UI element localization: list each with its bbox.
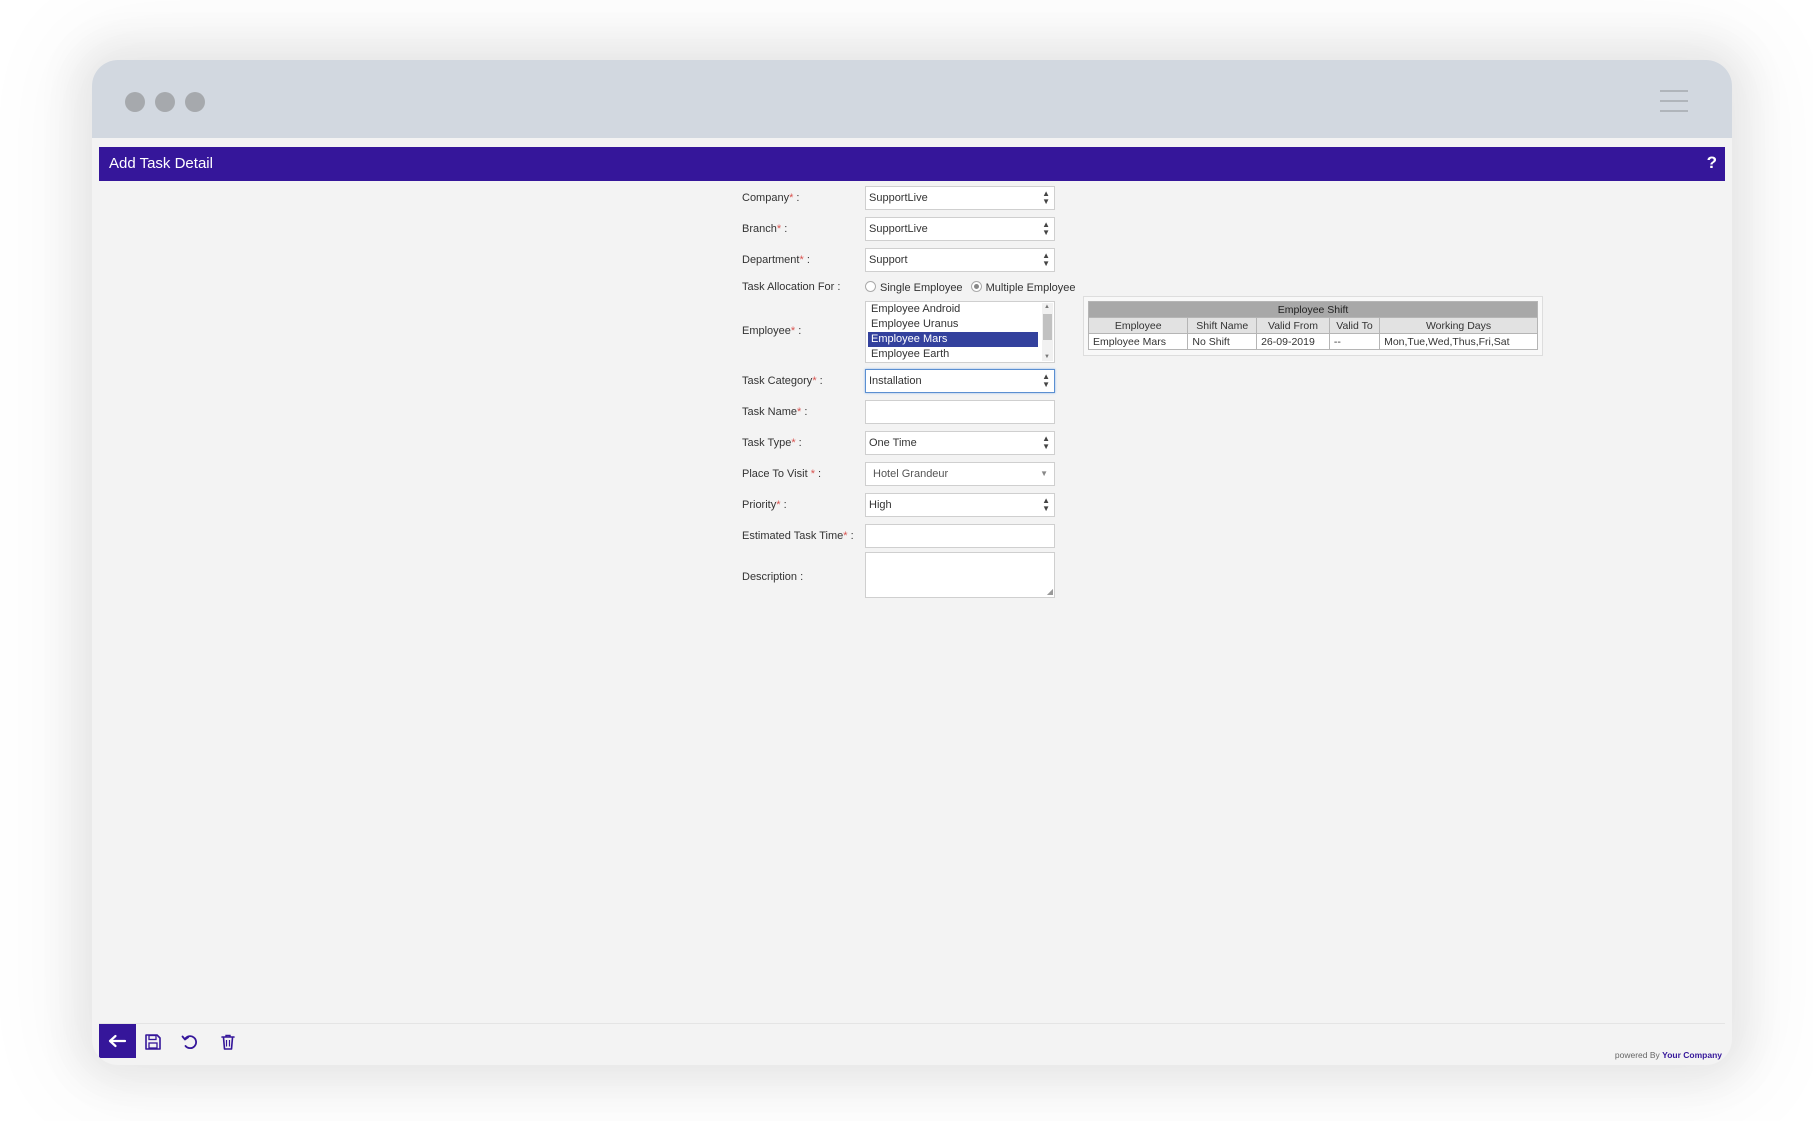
save-icon[interactable] [143,1032,163,1052]
back-arrow-icon [108,1034,127,1048]
select-arrows-icon: ▲ ▼ [1042,189,1050,206]
footer-divider [99,1023,1725,1024]
scroll-thumb[interactable] [1043,314,1052,340]
table-cell: 26-09-2019 [1256,333,1330,350]
employee-shift-table: Employee Shift Employee Shift Name Valid… [1087,301,1538,350]
company-value: SupportLive [869,192,928,204]
task-category-select[interactable]: Installation ▲ ▼ [865,369,1055,393]
single-employee-label[interactable]: Single Employee [880,282,963,294]
page-header: Add Task Detail ? [99,147,1725,181]
description-label: Description : [742,571,804,583]
task-type-value: One Time [869,437,917,449]
task-name-label: Task Name* : [742,406,808,418]
select-arrows-icon: ▲ ▼ [1042,251,1050,268]
employee-listbox[interactable]: Employee Android Employee Uranus Employe… [865,301,1055,363]
shift-table-caption: Employee Shift [1088,301,1538,318]
window-maximize-dot[interactable] [185,92,205,112]
priority-value: High [869,499,892,511]
description-textarea[interactable]: ◢ [865,552,1055,598]
employee-option[interactable]: Employee Earth [868,347,1038,362]
department-select[interactable]: Support ▲ ▼ [865,248,1055,272]
task-category-label: Task Category* : [742,375,823,387]
employee-option-selected[interactable]: Employee Mars [868,332,1038,347]
employee-shift-panel: Employee Shift Employee Shift Name Valid… [1083,296,1543,356]
branch-select[interactable]: SupportLive ▲ ▼ [865,217,1055,241]
chevron-down-icon[interactable]: ▼ [1040,469,1048,478]
trash-icon[interactable] [218,1032,238,1052]
table-row: Employee Mars No Shift 26-09-2019 -- Mon… [1087,333,1538,350]
department-label: Department* : [742,254,810,266]
priority-label: Priority* : [742,499,787,511]
task-category-value: Installation [869,375,922,387]
place-to-visit-value: Hotel Grandeur [873,468,949,480]
back-button[interactable] [99,1024,136,1058]
company-select[interactable]: SupportLive ▲ ▼ [865,186,1055,210]
powered-by: powered By Your Company [1615,1050,1722,1060]
multiple-employee-radio[interactable] [970,281,982,292]
company-link[interactable]: Your Company [1662,1050,1722,1060]
column-header: Valid From [1256,317,1330,334]
app-window: Add Task Detail ? Company* : SupportLive… [92,60,1732,1065]
scroll-up-icon[interactable]: ▲ [1044,304,1050,310]
branch-label: Branch* : [742,223,788,235]
select-arrows-icon: ▲ ▼ [1042,434,1050,451]
employee-scrollbar[interactable]: ▲ ▼ [1042,303,1053,361]
allocation-radio-group: Single Employee Multiple Employee [865,281,1076,294]
estimated-time-input[interactable] [865,524,1055,548]
column-header: Working Days [1379,317,1538,334]
select-arrows-icon: ▲ ▼ [1042,496,1050,513]
allocation-label: Task Allocation For : [742,281,841,293]
priority-select[interactable]: High ▲ ▼ [865,493,1055,517]
window-close-dot[interactable] [125,92,145,112]
scroll-down-icon[interactable]: ▼ [1044,354,1050,360]
window-titlebar [92,60,1732,138]
column-header: Valid To [1328,317,1381,334]
select-arrows-icon: ▲ ▼ [1042,372,1050,389]
single-employee-radio[interactable] [865,281,876,292]
employee-option[interactable]: Employee Android [868,302,1038,317]
employee-option[interactable]: Employee Uranus [868,317,1038,332]
powered-by-text: powered By [1614,1050,1660,1060]
branch-value: SupportLive [869,223,928,235]
place-to-visit-combobox[interactable]: Hotel Grandeur ▼ [865,462,1055,486]
page-title: Add Task Detail [109,155,213,172]
column-header: Employee [1087,317,1189,334]
task-type-label: Task Type* : [742,437,802,449]
refresh-icon[interactable] [180,1032,200,1052]
table-cell: No Shift [1187,333,1258,350]
table-cell: Mon,Tue,Wed,Thus,Fri,Sat [1379,333,1538,350]
department-value: Support [869,254,908,266]
company-label: Company* : [742,192,800,204]
place-to-visit-label: Place To Visit * : [742,468,822,480]
select-arrows-icon: ▲ ▼ [1042,220,1050,237]
resize-grip-icon[interactable]: ◢ [1047,587,1053,596]
column-header: Shift Name [1187,317,1258,334]
help-icon[interactable]: ? [1707,153,1717,173]
task-name-input[interactable] [865,400,1055,424]
multiple-employee-label[interactable]: Multiple Employee [986,282,1076,294]
menu-icon[interactable] [1660,90,1688,112]
employee-label: Employee* : [742,325,802,337]
task-type-select[interactable]: One Time ▲ ▼ [865,431,1055,455]
table-cell: Employee Mars [1087,333,1189,350]
table-cell: -- [1328,333,1381,350]
window-minimize-dot[interactable] [155,92,175,112]
estimated-time-label: Estimated Task Time* : [742,530,854,542]
